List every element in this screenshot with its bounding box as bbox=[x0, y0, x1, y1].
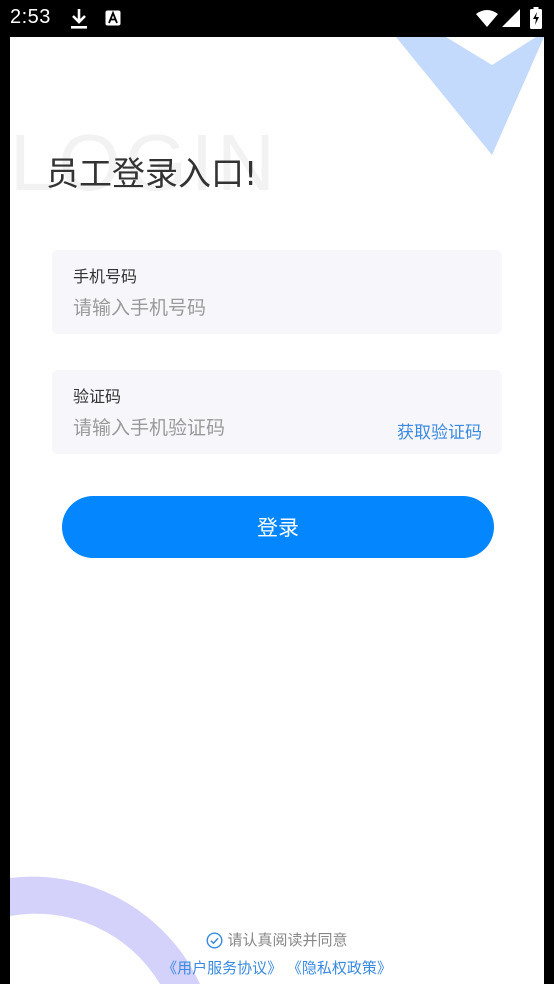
download-icon bbox=[70, 8, 88, 34]
agreement-row: 请认真阅读并同意 bbox=[10, 929, 544, 953]
phone-label: 手机号码 bbox=[73, 267, 138, 286]
phone-field: 手机号码 bbox=[52, 250, 502, 334]
get-code-button[interactable]: 获取验证码 bbox=[397, 418, 482, 443]
agreement-links: 《用户服务协议》 《隐私权政策》 bbox=[10, 957, 544, 978]
code-label: 验证码 bbox=[73, 387, 122, 406]
phone-input[interactable] bbox=[73, 293, 373, 323]
battery-charging-icon bbox=[530, 7, 542, 33]
code-input[interactable] bbox=[73, 413, 373, 443]
login-button[interactable]: 登录 bbox=[62, 496, 494, 558]
code-field: 验证码 获取验证码 bbox=[52, 370, 502, 454]
user-agreement-link[interactable]: 《用户服务协议》 bbox=[162, 959, 282, 977]
wifi-icon bbox=[476, 9, 498, 31]
check-circle-icon[interactable] bbox=[206, 932, 223, 953]
a-notification-icon bbox=[105, 10, 121, 30]
agreement-text: 请认真阅读并同意 bbox=[227, 931, 348, 949]
status-bar: 2:53 bbox=[0, 0, 554, 37]
login-screen: LOGIN 员工登录入口! 手机号码 验证码 获取验证码 登录 请认真阅读并同意… bbox=[10, 37, 544, 984]
privacy-policy-link[interactable]: 《隐私权政策》 bbox=[287, 959, 392, 977]
status-time: 2:53 bbox=[10, 6, 51, 28]
page-title: 员工登录入口! bbox=[46, 154, 258, 193]
decorative-chevron bbox=[396, 37, 544, 155]
signal-icon bbox=[502, 9, 520, 31]
